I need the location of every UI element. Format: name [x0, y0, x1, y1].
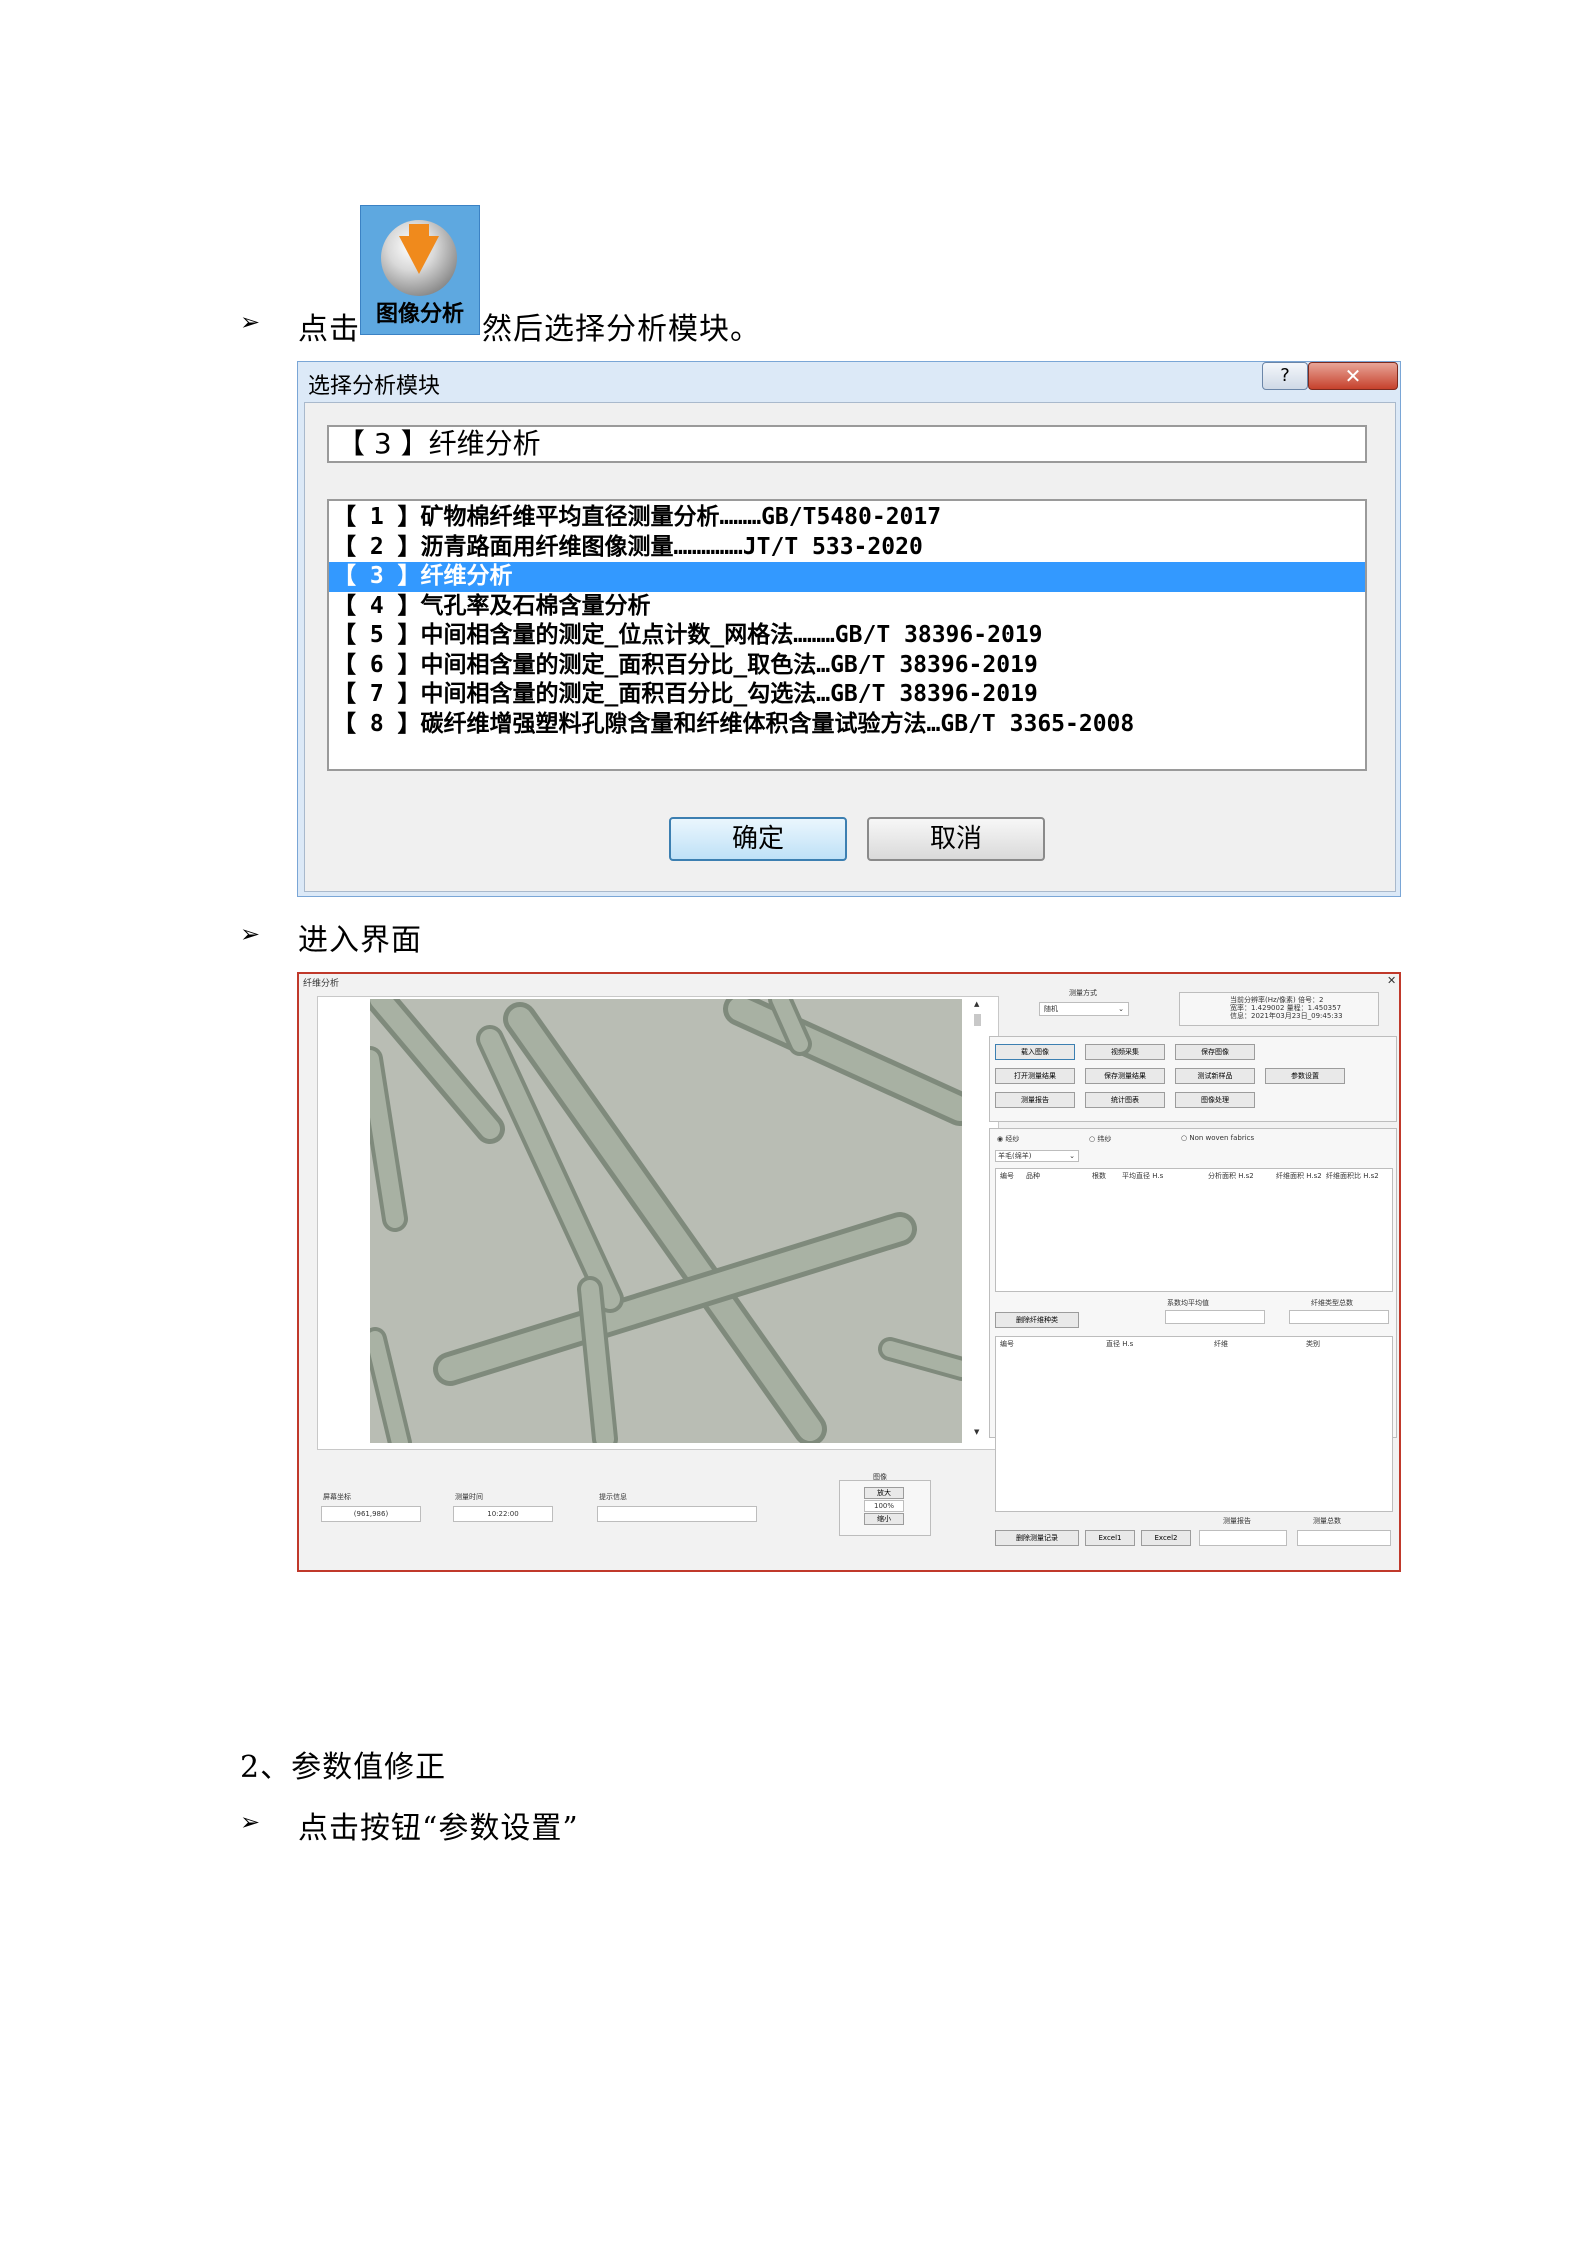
column-header: 平均直径 H.s — [1122, 1172, 1164, 1180]
module-list-item[interactable]: 【 1 】矿物棉纤维平均直径测量分析………GB/T5480-2017 — [329, 503, 1365, 533]
module-list-item[interactable]: 【 5 】中间相含量的测定_位点计数_网格法………GB/T 38396-2019 — [329, 621, 1365, 651]
info-line: 宽率：1.429002 量程：1.450357 — [1230, 1004, 1342, 1012]
zoom-out-button[interactable]: 缩小 — [864, 1513, 904, 1525]
column-header: 根数 — [1092, 1172, 1106, 1180]
dialog-body: 【 3 】纤维分析 【 1 】矿物棉纤维平均直径测量分析………GB/T5480-… — [304, 402, 1396, 892]
close-icon[interactable]: ✕ — [1387, 974, 1396, 987]
coord-label: 屏幕坐标 — [323, 1493, 351, 1501]
parameter-settings-button[interactable]: 参数设置 — [1265, 1068, 1345, 1084]
zoom-value[interactable]: 100% — [864, 1500, 904, 1512]
zoom-in-button[interactable]: 放大 — [864, 1487, 904, 1499]
column-header: 纤维面积比 H.s2 — [1326, 1172, 1379, 1180]
coord-field: (961,986) — [321, 1506, 421, 1522]
time-field: 10:22:00 — [453, 1506, 553, 1522]
close-button[interactable]: ✕ — [1308, 362, 1398, 390]
window-title: 纤维分析 — [303, 979, 340, 989]
report-label: 测量报告 — [1223, 1517, 1251, 1525]
save-image-button[interactable]: 保存图像 — [1175, 1044, 1255, 1060]
time-label: 测量时间 — [455, 1493, 483, 1501]
fiber-detail-table[interactable]: 编号 直径 H.s 纤维 类别 — [995, 1336, 1393, 1512]
fiber-type-select[interactable]: 羊毛(绵羊) ⌄ — [995, 1150, 1079, 1162]
avg-label: 系数均平均值 — [1167, 1299, 1209, 1307]
column-header: 类别 — [1306, 1340, 1320, 1348]
bullet-marker: ➢ — [240, 1808, 261, 1836]
module-list-item[interactable]: 【 8 】碳纤维增强塑料孔隙含量和纤维体积含量试验方法…GB/T 3365-20… — [329, 710, 1365, 740]
instruction-suffix: 然后选择分析模块。 — [482, 312, 761, 347]
image-viewport[interactable] — [317, 984, 999, 1455]
delete-record-button[interactable]: 删除测量记录 — [995, 1530, 1079, 1546]
delete-fiber-type-button[interactable]: 删除纤维种类 — [995, 1312, 1079, 1328]
info-panel: 当前分辨率(Hz/像素) 倍号：2 宽率：1.429002 量程：1.45035… — [1179, 992, 1379, 1026]
load-image-button[interactable]: 载入图像 — [995, 1044, 1075, 1060]
image-processing-button[interactable]: 图像处理 — [1175, 1092, 1255, 1108]
image-analysis-button[interactable]: 图像分析 — [360, 205, 480, 335]
column-header: 纤维 — [1214, 1340, 1228, 1348]
column-header: 品种 — [1026, 1172, 1040, 1180]
measure-mode-select[interactable]: 随机 ⌄ — [1039, 1002, 1129, 1016]
new-sample-button[interactable]: 测试新样品 — [1175, 1068, 1255, 1084]
image-analysis-label: 图像分析 — [375, 302, 464, 327]
instruction-prefix: 点击 — [298, 312, 360, 347]
fiber-analysis-window: 纤维分析 ✕ ▲ ▼ 测量方式 随机 ⌄ 当前分辨率(Hz/像素) 倍号：2 宽… — [297, 972, 1401, 1572]
help-button[interactable]: ? — [1262, 362, 1308, 390]
module-list-item[interactable]: 【 2 】沥青路面用纤维图像测量……………JT/T 533-2020 — [329, 533, 1365, 563]
info-line: 信息：2021年03月23日_09:45:33 — [1230, 1012, 1343, 1020]
instruction-text: 进入界面 — [298, 923, 422, 958]
hint-field — [597, 1506, 757, 1522]
vertical-scrollbar[interactable]: ▲ ▼ — [971, 1000, 985, 1440]
total-field — [1297, 1530, 1391, 1546]
module-list-item[interactable]: 【 6 】中间相含量的测定_面积百分比_取色法…GB/T 38396-2019 — [329, 651, 1365, 681]
measurement-report-button[interactable]: 测量报告 — [995, 1092, 1075, 1108]
radio-warp[interactable]: ◉ 经纱 — [997, 1134, 1019, 1144]
column-header: 纤维面积 H.s2 — [1276, 1172, 1322, 1180]
save-results-button[interactable]: 保存测量结果 — [1085, 1068, 1165, 1084]
column-header: 编号 — [1000, 1340, 1014, 1348]
bullet-marker: ➢ — [240, 308, 261, 336]
video-capture-button[interactable]: 视频采集 — [1085, 1044, 1165, 1060]
statistics-chart-button[interactable]: 统计图表 — [1085, 1092, 1165, 1108]
module-list[interactable]: 【 1 】矿物棉纤维平均直径测量分析………GB/T5480-2017 【 2 】沥… — [327, 499, 1367, 771]
instruction-text: 点击按钮“参数设置” — [298, 1811, 579, 1846]
excel1-button[interactable]: Excel1 — [1085, 1530, 1135, 1546]
measure-mode-label: 测量方式 — [1069, 989, 1097, 997]
bullet-marker: ➢ — [240, 920, 261, 948]
fiber-count-field[interactable] — [1289, 1310, 1389, 1324]
total-label: 测量总数 — [1313, 1517, 1341, 1525]
radio-weft[interactable]: ○ 纬纱 — [1089, 1134, 1111, 1144]
fiber-summary-table[interactable]: 编号 品种 根数 平均直径 H.s 分析面积 H.s2 纤维面积 H.s2 纤维… — [995, 1168, 1393, 1292]
section-heading: 2、参数值修正 — [240, 1750, 447, 1785]
column-header: 直径 H.s — [1106, 1340, 1134, 1348]
open-results-button[interactable]: 打开测量结果 — [995, 1068, 1075, 1084]
column-header: 编号 — [1000, 1172, 1014, 1180]
zoom-panel: 放大 100% 缩小 — [839, 1480, 931, 1536]
ok-button[interactable]: 确定 — [669, 817, 847, 861]
fiber-count-label: 纤维类型总数 — [1311, 1299, 1353, 1307]
micrograph-image — [357, 984, 977, 1455]
module-list-item[interactable]: 【 7 】中间相含量的测定_面积百分比_勾选法…GB/T 38396-2019 — [329, 680, 1365, 710]
radio-nonwoven[interactable]: ○ Non woven fabrics — [1181, 1134, 1254, 1142]
selected-module-field[interactable]: 【 3 】纤维分析 — [327, 425, 1367, 463]
hint-label: 提示信息 — [599, 1493, 627, 1501]
info-line: 当前分辨率(Hz/像素) 倍号：2 — [1230, 996, 1324, 1004]
module-list-item[interactable]: 【 4 】气孔率及石棉含量分析 — [329, 592, 1365, 622]
select-module-dialog: 选择分析模块 ? ✕ 【 3 】纤维分析 【 1 】矿物棉纤维平均直径测量分析…… — [297, 361, 1401, 897]
module-list-item[interactable]: 【 3 】纤维分析 — [329, 562, 1365, 592]
avg-field[interactable] — [1165, 1310, 1265, 1324]
column-header: 分析面积 H.s2 — [1208, 1172, 1254, 1180]
report-field — [1199, 1530, 1287, 1546]
dialog-title: 选择分析模块 — [308, 374, 441, 399]
cancel-button[interactable]: 取消 — [867, 817, 1045, 861]
excel2-button[interactable]: Excel2 — [1141, 1530, 1191, 1546]
